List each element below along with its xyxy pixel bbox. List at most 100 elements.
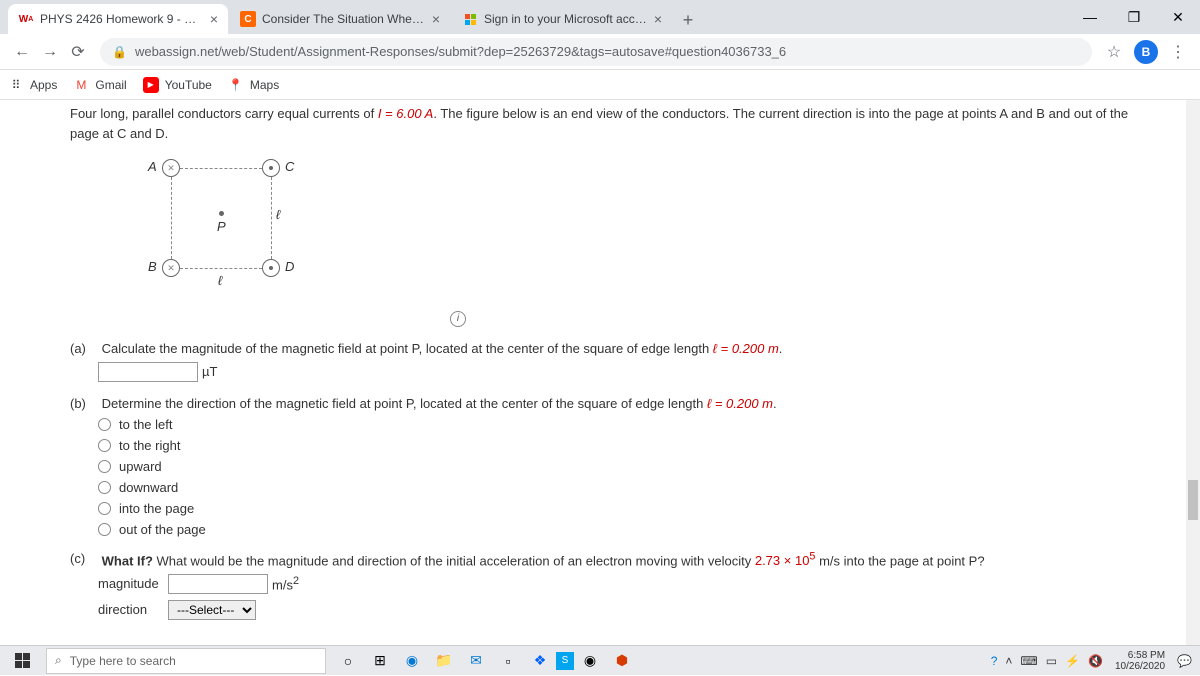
taskbar-search[interactable]: ⌕ Type here to search [46, 648, 326, 674]
part-b-text: Determine the direction of the magnetic … [102, 396, 777, 411]
help-icon[interactable]: ? [991, 654, 998, 668]
chrome-icon[interactable]: ◉ [574, 646, 606, 676]
taskbar-clock[interactable]: 6:58 PM 10/26/2020 [1115, 650, 1165, 672]
app-icon-2[interactable]: S [556, 652, 574, 670]
cortana-icon[interactable]: ○ [332, 646, 364, 676]
label-A: A [148, 159, 157, 174]
tab-favicon-chegg: C [240, 11, 256, 27]
wifi-icon[interactable]: ⚡ [1065, 654, 1080, 668]
part-b: (b) Determine the direction of the magne… [70, 396, 1130, 537]
gmail-icon: M [73, 77, 89, 93]
new-tab-button[interactable]: + [674, 6, 702, 34]
magnitude-label: magnitude [98, 576, 168, 591]
part-c: (c) What If? What would be the magnitude… [70, 551, 1130, 620]
radio-option[interactable]: into the page [98, 501, 1130, 516]
label-P: P [217, 219, 226, 234]
radio-icon [98, 418, 111, 431]
keyboard-icon[interactable]: ⌨ [1020, 654, 1037, 668]
browser-tab[interactable]: Sign in to your Microsoft accoun × [452, 4, 672, 34]
profile-badge[interactable]: B [1134, 40, 1158, 64]
bookmark-gmail[interactable]: MGmail [73, 77, 126, 93]
dropbox-icon[interactable]: ❖ [524, 646, 556, 676]
task-view-icon[interactable]: ⊞ [364, 646, 396, 676]
maximize-button[interactable]: ❐ [1112, 0, 1156, 34]
label-ell-bottom: ℓ [218, 273, 222, 288]
radio-option[interactable]: downward [98, 480, 1130, 495]
office-icon[interactable]: ⬢ [606, 646, 638, 676]
browser-tab[interactable]: C Consider The Situation When Al × [230, 4, 450, 34]
browser-tab-bar: WA PHYS 2426 Homework 9 - PHYS × C Consi… [0, 0, 1200, 34]
search-icon: ⌕ [55, 653, 62, 668]
bookmarks-bar: ⠿Apps MGmail ▶YouTube 📍Maps [0, 70, 1200, 100]
radio-option[interactable]: out of the page [98, 522, 1130, 537]
address-bar[interactable]: 🔒 webassign.net/web/Student/Assignment-R… [100, 38, 1092, 66]
node-C [262, 159, 280, 177]
tab-close-icon[interactable]: × [432, 11, 440, 27]
part-c-text: What If? What would be the magnitude and… [102, 553, 985, 568]
radio-icon [98, 502, 111, 515]
node-B: ✕ [162, 259, 180, 277]
part-c-direction-select[interactable]: ---Select--- [168, 600, 256, 620]
tab-close-icon[interactable]: × [654, 11, 662, 27]
tab-title: Consider The Situation When Al [262, 12, 426, 26]
node-D [262, 259, 280, 277]
file-explorer-icon[interactable]: 📁 [428, 646, 460, 676]
edge-icon[interactable]: ◉ [396, 646, 428, 676]
url-text: webassign.net/web/Student/Assignment-Res… [135, 44, 786, 59]
part-c-magnitude-input[interactable] [168, 574, 268, 594]
apps-icon: ⠿ [8, 77, 24, 93]
part-a-input[interactable] [98, 362, 198, 382]
dash-right [271, 177, 272, 259]
radio-icon [98, 523, 111, 536]
bookmark-apps[interactable]: ⠿Apps [8, 77, 57, 93]
app-icon[interactable]: ▫ [492, 646, 524, 676]
radio-icon [98, 460, 111, 473]
volume-icon[interactable]: 🔇 [1088, 654, 1103, 668]
reload-button[interactable]: ⟳ [64, 38, 92, 66]
lock-icon: 🔒 [112, 45, 127, 59]
bookmark-maps[interactable]: 📍Maps [228, 77, 279, 93]
windows-taskbar: ⌕ Type here to search ○ ⊞ ◉ 📁 ✉ ▫ ❖ S ◉ … [0, 645, 1200, 675]
label-D: D [285, 259, 294, 274]
point-P [219, 211, 224, 216]
tab-close-icon[interactable]: × [210, 11, 218, 27]
bookmark-star-icon[interactable]: ☆ [1100, 38, 1128, 66]
part-b-label: (b) [70, 396, 98, 411]
notifications-icon[interactable]: 💬 [1177, 654, 1192, 668]
maps-icon: 📍 [228, 77, 244, 93]
minimize-button[interactable]: — [1068, 0, 1112, 34]
browser-tab-active[interactable]: WA PHYS 2426 Homework 9 - PHYS × [8, 4, 228, 34]
system-tray: ? ˄ ⌨ ▭ ⚡ 🔇 6:58 PM 10/26/2020 💬 [987, 650, 1196, 672]
windows-logo-icon [15, 653, 30, 668]
battery-icon[interactable]: ▭ [1046, 654, 1057, 668]
youtube-icon: ▶ [143, 77, 159, 93]
problem-intro: Four long, parallel conductors carry equ… [70, 104, 1130, 143]
info-icon[interactable]: i [450, 311, 466, 327]
part-c-label: (c) [70, 551, 98, 566]
label-C: C [285, 159, 294, 174]
part-a-text: Calculate the magnitude of the magnetic … [102, 341, 783, 356]
chevron-up-icon[interactable]: ˄ [1005, 654, 1012, 668]
radio-option[interactable]: to the left [98, 417, 1130, 432]
back-button[interactable]: ← [8, 38, 36, 66]
tab-favicon-microsoft [462, 11, 478, 27]
browser-nav-bar: ← → ⟳ 🔒 webassign.net/web/Student/Assign… [0, 34, 1200, 70]
part-a-unit: µT [202, 364, 217, 379]
conductor-diagram: A ✕ C B ✕ D P ℓ ℓ [150, 151, 350, 301]
bookmark-youtube[interactable]: ▶YouTube [143, 77, 212, 93]
part-a: (a) Calculate the magnitude of the magne… [70, 341, 1130, 382]
start-button[interactable] [4, 646, 40, 676]
forward-button[interactable]: → [36, 38, 64, 66]
mail-icon[interactable]: ✉ [460, 646, 492, 676]
label-ell-right: ℓ [276, 207, 280, 222]
menu-button[interactable]: ⋮ [1164, 38, 1192, 66]
radio-option[interactable]: to the right [98, 438, 1130, 453]
close-window-button[interactable]: ✕ [1156, 0, 1200, 34]
part-a-label: (a) [70, 341, 98, 356]
page-content: Four long, parallel conductors carry equ… [0, 100, 1200, 645]
part-c-mag-unit: m/s2 [272, 575, 299, 592]
node-A: ✕ [162, 159, 180, 177]
tab-title: Sign in to your Microsoft accoun [484, 12, 648, 26]
part-b-options: to the left to the right upward downward… [98, 417, 1130, 537]
radio-option[interactable]: upward [98, 459, 1130, 474]
